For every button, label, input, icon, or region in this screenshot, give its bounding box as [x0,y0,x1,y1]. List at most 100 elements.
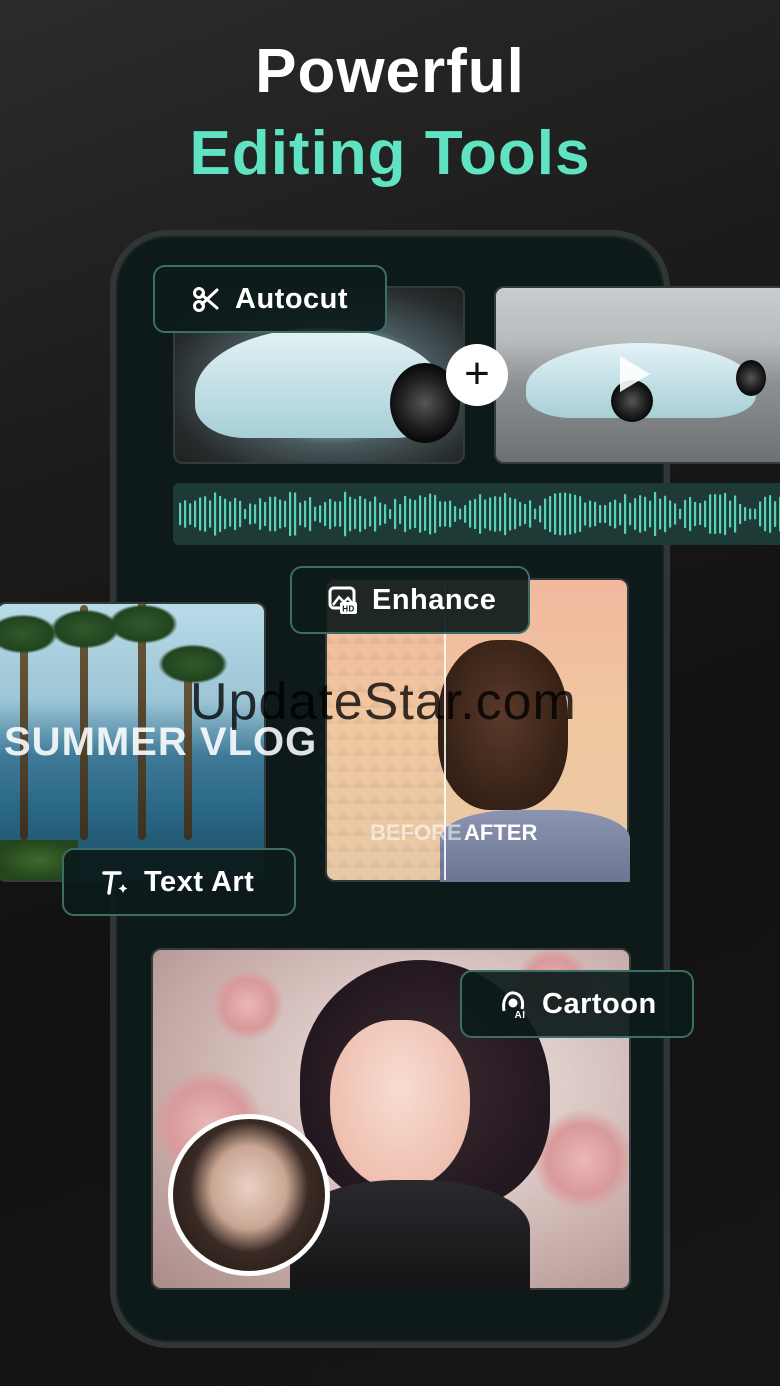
waveform-bar [464,504,467,524]
waveform-bar [264,501,267,527]
waveform-bar [369,501,372,527]
waveform-bar [679,508,682,520]
before-label: BEFORE [370,820,462,845]
waveform-bar [529,500,532,528]
autocut-feature-button[interactable]: Autocut [153,265,387,333]
waveform-bar [284,500,287,528]
waveform-bar [759,501,762,527]
add-clip-button[interactable]: + [446,344,508,406]
palm-frond [0,614,58,654]
waveform-bar [594,501,597,527]
waveform-bar [249,503,252,525]
waveform-bar [389,508,392,520]
waveform-bar [449,500,452,528]
waveform-bar [564,492,567,536]
waveform-bar [629,502,632,526]
waveform-bar [634,498,637,530]
waveform-bar [699,502,702,526]
waveform-bar [514,498,517,530]
waveform-bar [569,493,572,535]
waveform-bar [354,498,357,530]
waveform-bar [539,505,542,523]
waveform-bar [219,495,222,533]
waveform-bar [704,500,707,528]
autocut-label: Autocut [235,282,349,315]
waveform-bar [614,499,617,529]
waveform-bar [494,496,497,532]
headline-editing-tools: Editing Tools [189,119,591,188]
waveform-bar [599,504,602,524]
waveform-bar [279,499,282,529]
waveform-graphic [179,491,780,537]
waveform-bar [549,495,552,533]
waveform-bar [439,501,442,527]
waveform-bar [179,502,182,526]
waveform-bar [269,496,272,532]
hd-image-icon: HD [328,585,358,615]
waveform-bar [304,500,307,528]
waveform-bar [524,503,527,525]
waveform-bar [454,506,457,522]
waveform-bar [399,504,402,524]
waveform-bar [409,498,412,530]
waveform-bar [749,508,752,520]
waveform-bar [204,496,207,532]
waveform-bar [739,503,742,525]
waveform-bar [519,501,522,527]
waveform-bar [184,500,187,528]
waveform-bar [274,496,277,532]
original-photo-avatar[interactable] [168,1114,330,1276]
waveform-bar [684,499,687,529]
ai-avatar-icon: AI [498,989,528,1019]
play-icon[interactable] [620,356,650,392]
waveform-bar [414,499,417,529]
waveform-bar [244,508,247,520]
waveform-bar [404,495,407,533]
waveform-bar [384,504,387,524]
waveform-bar [289,491,292,537]
watermark-text: UpdateStar.com [190,673,577,731]
waveform-bar [689,496,692,532]
waveform-bar [754,508,757,520]
waveform-bar [229,501,232,527]
text-art-label: Text Art [144,865,255,898]
flower-decoration [213,970,283,1040]
waveform-bar [769,495,772,533]
enhance-feature-button[interactable]: HD Enhance [290,566,530,634]
waveform-bar [324,501,327,527]
waveform-bar [469,500,472,528]
waveform-bar [484,499,487,529]
waveform-bar [764,496,767,532]
waveform-bar [239,500,242,528]
cartoon-feature-button[interactable]: AI Cartoon [460,970,694,1038]
waveform-bar [659,498,662,530]
scissors-icon [191,284,221,314]
waveform-bar [194,500,197,528]
waveform-bar [559,492,562,536]
waveform-bar [379,502,382,526]
waveform-bar [199,497,202,531]
waveform-bar [319,505,322,523]
waveform-bar [234,497,237,531]
waveform-bar [189,503,192,525]
waveform-bar [669,500,672,528]
waveform-bar [344,491,347,537]
waveform-bar [459,508,462,520]
car-wheel [736,360,766,396]
waveform-bar [499,496,502,532]
waveform-bar [339,501,342,527]
waveform-bar [489,497,492,531]
audio-waveform-track[interactable] [173,483,780,545]
waveform-bar [744,506,747,522]
enhance-label: Enhance [372,583,497,616]
waveform-bar [394,498,397,530]
waveform-bar [314,506,317,522]
palm-frond [108,604,178,644]
waveform-bar [374,496,377,532]
text-art-feature-button[interactable]: Text Art [62,848,296,916]
waveform-bar [214,492,217,536]
waveform-bar [294,492,297,536]
svg-text:AI: AI [515,1010,526,1019]
cartoon-label: Cartoon [542,987,657,1020]
headline-powerful: Powerful [255,37,525,106]
